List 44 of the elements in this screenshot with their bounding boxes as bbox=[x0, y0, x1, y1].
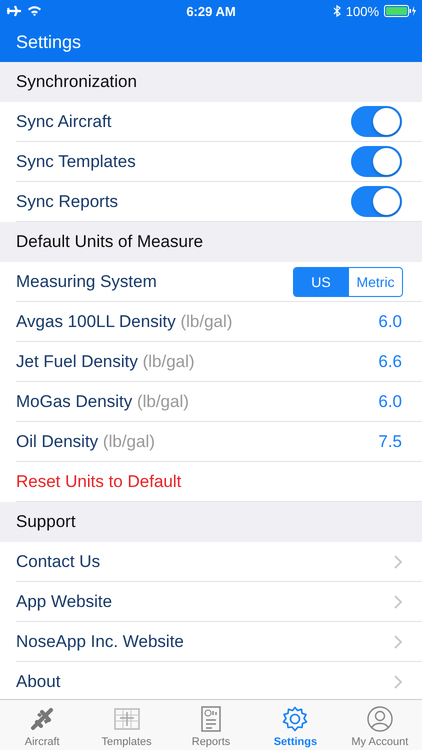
tab-item[interactable]: Settings bbox=[253, 700, 338, 750]
person-icon bbox=[366, 706, 393, 732]
bluetooth-icon bbox=[332, 5, 341, 17]
tab-item[interactable]: Reports bbox=[168, 700, 254, 750]
menu-item[interactable]: App Website bbox=[16, 592, 112, 612]
chevron-icon bbox=[394, 674, 402, 688]
setting-label: MoGas Density (lb/gal) bbox=[16, 392, 189, 412]
tab-item[interactable]: Templates bbox=[84, 700, 169, 750]
setting-label: Jet Fuel Density (lb/gal) bbox=[16, 352, 195, 372]
setting-label: Sync Aircraft bbox=[16, 112, 112, 132]
reset-link[interactable]: Reset Units to Default bbox=[16, 472, 182, 492]
chevron-icon bbox=[394, 594, 402, 608]
chevron-icon bbox=[394, 554, 402, 568]
setting-label: Sync Reports bbox=[16, 192, 118, 212]
battery-percentage: 100% bbox=[346, 4, 379, 18]
battery-icon bbox=[384, 5, 416, 17]
setting-label: Measuring System bbox=[16, 272, 157, 292]
setting-label: Avgas 100LL Density (lb/gal) bbox=[16, 312, 232, 332]
section-header: Synchronization bbox=[0, 62, 422, 102]
setting-label: Sync Templates bbox=[16, 152, 136, 172]
toggle-switch[interactable] bbox=[351, 106, 402, 137]
value-field[interactable]: 6.0 bbox=[378, 392, 402, 412]
tab-item[interactable]: My Account bbox=[338, 700, 422, 750]
status-time: 6:29 AM bbox=[186, 4, 236, 18]
toggle-switch[interactable] bbox=[351, 146, 402, 177]
wifi-icon bbox=[27, 5, 42, 17]
setting-label: Oil Density (lb/gal) bbox=[16, 432, 155, 452]
value-field[interactable]: 6.0 bbox=[378, 312, 402, 332]
value-field[interactable]: 6.6 bbox=[378, 352, 402, 372]
section-header: Default Units of Measure bbox=[0, 222, 422, 262]
toggle-switch[interactable] bbox=[351, 186, 402, 217]
menu-item[interactable]: NoseApp Inc. Website bbox=[16, 632, 184, 652]
menu-item[interactable]: About bbox=[16, 672, 60, 692]
settings-icon bbox=[282, 706, 308, 732]
grid-icon bbox=[114, 706, 140, 732]
segment-option[interactable]: US bbox=[294, 268, 348, 296]
airplane-mode-icon bbox=[6, 5, 22, 17]
value-field[interactable]: 7.5 bbox=[378, 432, 402, 452]
section-header: Support bbox=[0, 502, 422, 542]
menu-item[interactable]: Contact Us bbox=[16, 552, 100, 572]
chevron-icon bbox=[394, 634, 402, 648]
nav-title: Settings bbox=[16, 32, 82, 52]
segment-option[interactable]: Metric bbox=[348, 268, 402, 296]
tab-item[interactable]: Aircraft bbox=[0, 700, 84, 750]
